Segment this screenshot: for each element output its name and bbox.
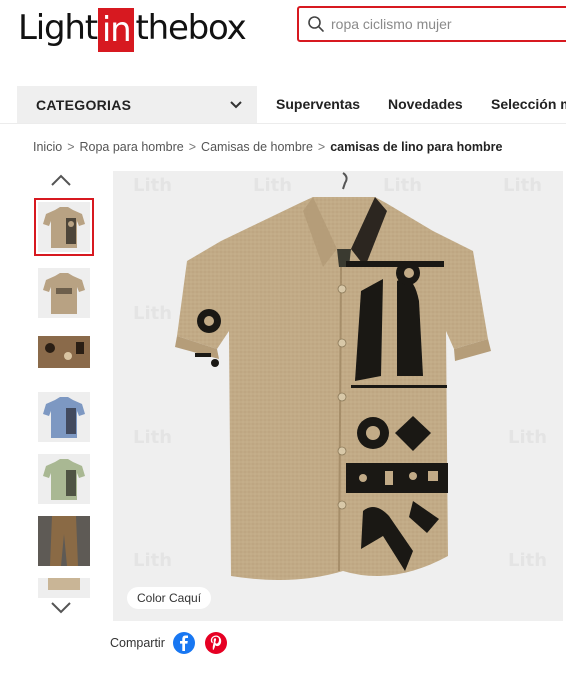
breadcrumb-camisas-hombre[interactable]: Camisas de hombre [201, 140, 313, 154]
thumbnail-khaki-front[interactable] [34, 198, 94, 256]
watermark-text: Lith [133, 303, 172, 324]
search-icon[interactable] [307, 15, 325, 33]
site-logo[interactable]: Light in thebox [18, 6, 247, 52]
logo-text-in: in [97, 8, 135, 52]
thumbnail-list [34, 198, 94, 598]
thumbnail-fabric-detail[interactable] [34, 326, 94, 384]
thumbnail-blue[interactable] [34, 388, 94, 446]
thumbnail-khaki-back[interactable] [34, 264, 94, 322]
watermark-text: Lith [508, 550, 547, 571]
breadcrumb-separator: > [188, 140, 197, 154]
watermark-text: Lith [133, 550, 172, 571]
watermark-text: Lith [133, 427, 172, 448]
watermark-text: Lith [383, 175, 422, 196]
chevron-down-icon[interactable] [50, 600, 72, 616]
header: Light in thebox [0, 0, 566, 56]
main-nav: CATEGORIAS Superventas Novedades Selecci… [0, 86, 566, 124]
share-label: Compartir [110, 636, 165, 650]
watermark-text: Lith [253, 175, 292, 196]
chevron-down-icon [230, 100, 242, 108]
breadcrumb-current: camisas de lino para hombre [330, 140, 503, 154]
watermark-text: Lith [133, 175, 172, 196]
logo-text-thebox: thebox [135, 8, 246, 48]
search-box[interactable] [297, 6, 566, 42]
chevron-up-icon[interactable] [50, 172, 72, 188]
thumbnail-green[interactable] [34, 450, 94, 508]
nav-link-novedades[interactable]: Novedades [388, 86, 463, 123]
share-bar: Compartir [110, 631, 237, 655]
thumbnail-model-pants[interactable] [34, 512, 94, 570]
thumbnail-partial[interactable] [34, 574, 94, 598]
facebook-icon[interactable] [172, 632, 195, 654]
main-product-image[interactable]: Lith Lith Lith Lith Lith Lith Lith Lith … [113, 171, 563, 621]
breadcrumb: Inicio > Ropa para hombre > Camisas de hombr… [33, 140, 503, 154]
nav-link-superventas[interactable]: Superventas [276, 86, 360, 123]
breadcrumb-inicio[interactable]: Inicio [33, 140, 62, 154]
watermark-text: Lith [503, 175, 542, 196]
breadcrumb-separator: > [67, 140, 75, 154]
nav-link-seleccion[interactable]: Selección m [491, 86, 566, 123]
color-badge: Color Caquí [127, 587, 212, 609]
logo-text-light: Light [18, 8, 98, 48]
search-input[interactable] [331, 16, 561, 32]
breadcrumb-ropa-hombre[interactable]: Ropa para hombre [80, 140, 184, 154]
shirt-illustration: Lith Lith Lith Lith Lith Lith Lith Lith … [133, 172, 547, 580]
watermark-text: Lith [508, 427, 547, 448]
pinterest-icon[interactable] [204, 632, 227, 654]
breadcrumb-separator: > [317, 140, 326, 154]
categories-label: CATEGORIAS [36, 96, 132, 113]
categories-dropdown[interactable]: CATEGORIAS [17, 86, 257, 123]
